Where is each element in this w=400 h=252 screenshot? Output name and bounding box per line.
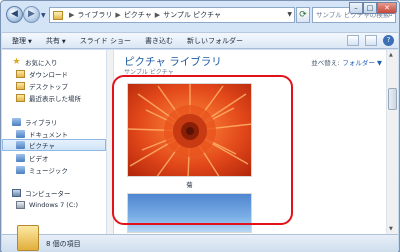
sidebar-item-label: ライブラリ bbox=[25, 118, 58, 127]
arrange-label: 並べ替え: bbox=[311, 59, 340, 67]
breadcrumb-libraries[interactable]: ライブラリ bbox=[77, 10, 112, 20]
sidebar-item-label: 最近表示した場所 bbox=[29, 94, 81, 103]
share-label: 共有 bbox=[45, 36, 60, 45]
library-icon bbox=[16, 153, 25, 162]
details-pane: 8 個の項目 bbox=[2, 225, 398, 252]
drive-icon bbox=[16, 200, 25, 209]
sidebar-item-label: デスクトップ bbox=[29, 82, 68, 91]
preview-pane-icon[interactable] bbox=[365, 35, 377, 46]
back-button[interactable]: ◀ bbox=[6, 6, 23, 23]
sidebar-item-label: ピクチャ bbox=[29, 142, 55, 150]
scroll-up-icon[interactable]: ▲ bbox=[389, 52, 393, 58]
help-icon[interactable]: ? bbox=[383, 35, 394, 46]
organize-button[interactable]: 整理 ▼ bbox=[12, 36, 32, 46]
breadcrumb-separator: ▶ bbox=[69, 11, 75, 19]
folder-icon bbox=[16, 69, 25, 78]
sidebar-item-label: ビデオ bbox=[29, 154, 49, 163]
library-icon bbox=[16, 129, 25, 138]
sidebar-item-label: コンピューター bbox=[25, 189, 71, 198]
toolbar-right: ? bbox=[347, 35, 394, 46]
breadcrumb-sample-pictures[interactable]: サンプル ピクチャ bbox=[163, 10, 221, 20]
sidebar-item-label: ダウンロード bbox=[29, 70, 68, 79]
scroll-thumb[interactable] bbox=[388, 88, 397, 110]
sidebar-item-label: Windows 7 (C:) bbox=[29, 200, 79, 209]
sidebar-item-recent-places[interactable]: 最近表示した場所 bbox=[16, 92, 120, 103]
sidebar-item-label: ドキュメント bbox=[29, 130, 68, 139]
breadcrumb-pictures[interactable]: ピクチャ bbox=[124, 10, 152, 20]
command-bar: 整理 ▼ 共有 ▼ スライド ショー 書き込む 新しいフォルダー ? bbox=[2, 32, 398, 49]
maximize-button[interactable]: □ bbox=[363, 2, 377, 14]
sidebar-item-label: お気に入り bbox=[25, 58, 58, 67]
arrange-value: フォルダー bbox=[342, 59, 375, 67]
arrange-value-dropdown[interactable]: フォルダー ▼ bbox=[342, 59, 382, 67]
recent-pages-dropdown[interactable]: ▼ bbox=[41, 12, 46, 19]
folder-icon bbox=[16, 93, 25, 102]
library-icon bbox=[16, 165, 25, 174]
address-bar[interactable]: ▶ ライブラリ ▶ ピクチャ ▶ サンプル ピクチャ ▼ bbox=[49, 7, 295, 23]
star-icon: ★ bbox=[12, 56, 21, 67]
content-scrollbar[interactable]: ▲ ▼ bbox=[386, 50, 398, 234]
folder-icon bbox=[16, 81, 25, 90]
library-icon bbox=[16, 141, 25, 149]
forward-button[interactable]: ▶ bbox=[23, 6, 40, 23]
sidebar-item-desktop[interactable]: デスクトップ bbox=[16, 80, 120, 91]
folder-icon bbox=[17, 225, 39, 251]
share-button[interactable]: 共有 ▼ bbox=[46, 36, 66, 46]
sidebar-item-computer[interactable]: コンピューター bbox=[12, 187, 116, 198]
explorer-window: ◀ ▶ ▼ ▶ ライブラリ ▶ ピクチャ ▶ サンプル ピクチャ ▼ ⟳ サンプ… bbox=[0, 0, 400, 252]
item-count: 8 個の項目 bbox=[46, 240, 81, 248]
sidebar-item-label: ミュージック bbox=[29, 166, 68, 175]
view-options-icon[interactable] bbox=[347, 35, 359, 46]
breadcrumb-separator: ▶ bbox=[154, 11, 161, 19]
new-folder-button[interactable]: 新しいフォルダー bbox=[187, 36, 243, 46]
sidebar-item-downloads[interactable]: ダウンロード bbox=[16, 68, 120, 79]
title-bar: ◀ ▶ ▼ ▶ ライブラリ ▶ ピクチャ ▶ サンプル ピクチャ ▼ ⟳ サンプ… bbox=[1, 1, 399, 31]
chevron-down-icon[interactable]: ▼ bbox=[287, 11, 292, 18]
scroll-down-icon[interactable]: ▼ bbox=[389, 226, 393, 232]
organize-label: 整理 bbox=[12, 36, 26, 45]
sidebar-item-libraries[interactable]: ライブラリ bbox=[12, 116, 116, 127]
highlight-annotation bbox=[112, 75, 293, 225]
sidebar-item-documents[interactable]: ドキュメント bbox=[16, 128, 120, 139]
sidebar-item-favorites[interactable]: ★ お気に入り bbox=[12, 56, 116, 67]
minimize-button[interactable]: – bbox=[349, 2, 363, 14]
burn-button[interactable]: 書き込む bbox=[145, 36, 173, 46]
breadcrumb-separator: ▶ bbox=[115, 11, 121, 19]
slideshow-button[interactable]: スライド ショー bbox=[80, 36, 131, 46]
sidebar-item-videos[interactable]: ビデオ bbox=[16, 152, 120, 163]
computer-icon bbox=[12, 188, 21, 197]
refresh-button[interactable]: ⟳ bbox=[296, 7, 310, 23]
arrange-by: 並べ替え: フォルダー ▼ bbox=[311, 57, 382, 67]
library-icon bbox=[12, 117, 21, 126]
library-icon bbox=[53, 10, 63, 20]
navigation-pane: ★ お気に入り ダウンロード デスクトップ 最近表示した場所 ライブラリ ドキュ… bbox=[2, 50, 107, 234]
close-button[interactable]: ✕ bbox=[377, 2, 397, 14]
chevron-down-icon: ▼ bbox=[61, 38, 66, 45]
chevron-down-icon: ▼ bbox=[28, 38, 32, 45]
sidebar-item-music[interactable]: ミュージック bbox=[16, 164, 120, 175]
sidebar-item-drive-c[interactable]: Windows 7 (C:) bbox=[16, 199, 120, 210]
sidebar-item-pictures[interactable]: ピクチャ bbox=[2, 139, 106, 151]
